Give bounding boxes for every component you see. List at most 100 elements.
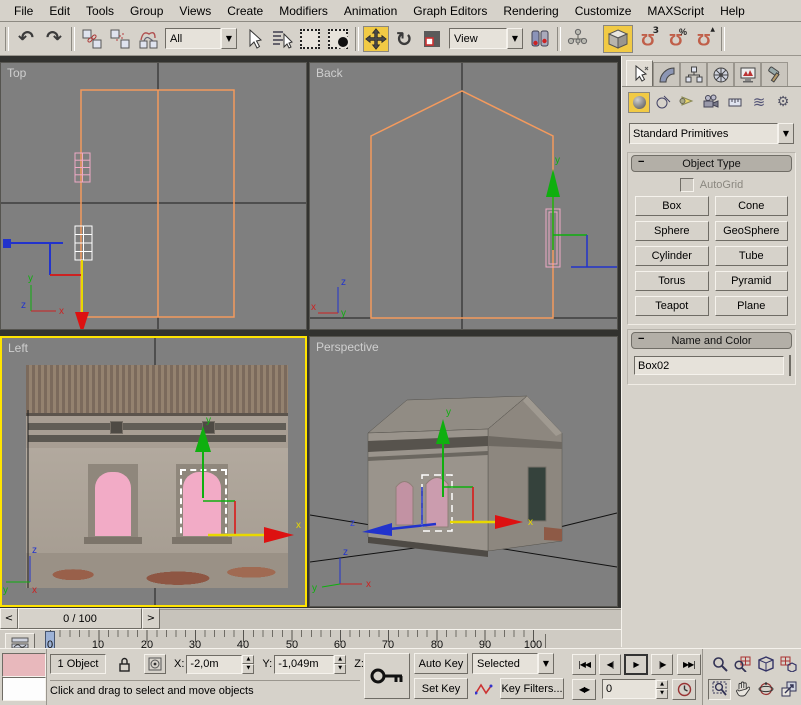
viewport-top-canvas[interactable]: y x z — [1, 63, 306, 329]
menu-modifiers[interactable]: Modifiers — [271, 1, 336, 21]
y-coordinate-input[interactable] — [274, 655, 334, 674]
sphere-button[interactable]: Sphere — [635, 221, 709, 241]
object-name-input[interactable] — [634, 356, 784, 375]
select-object-button[interactable] — [241, 26, 267, 52]
persp-window-left[interactable] — [396, 482, 413, 526]
primitive-category-dropdown[interactable]: Standard Primitives ▼ — [629, 123, 794, 144]
pyramid-button[interactable]: Pyramid — [715, 271, 789, 291]
category-lights-button[interactable] — [676, 92, 698, 113]
arc-rotate-button[interactable] — [754, 679, 777, 700]
object-color-swatch[interactable] — [789, 355, 791, 376]
redo-button[interactable]: ↷ — [41, 26, 67, 52]
tab-modify[interactable] — [653, 62, 680, 86]
zoom-button[interactable] — [708, 654, 731, 675]
autogrid-checkbox[interactable] — [680, 178, 694, 192]
snaps-toggle-button[interactable] — [603, 25, 633, 53]
tab-utilities[interactable] — [761, 62, 788, 86]
cylinder-button[interactable]: Cylinder — [635, 246, 709, 266]
viewport-back-canvas[interactable]: y z x y — [310, 63, 617, 329]
select-and-rotate-button[interactable]: ↻ — [391, 26, 417, 52]
zoom-extents-all-button[interactable] — [777, 654, 800, 675]
reference-coordinate-arrow-icon[interactable]: ▼ — [507, 28, 523, 49]
viewport-back[interactable]: Back y z x y — [309, 62, 618, 330]
selection-filter-dropdown[interactable]: All ▼ — [165, 28, 237, 49]
time-configuration-button[interactable] — [672, 679, 696, 700]
angle-snap-button[interactable]: Ω3 — [635, 26, 661, 52]
tab-motion[interactable] — [707, 62, 734, 86]
select-and-move-button[interactable] — [363, 26, 389, 52]
next-frame-button[interactable]: |▶ — [651, 654, 673, 675]
torus-button[interactable]: Torus — [635, 271, 709, 291]
window-box-wireframe[interactable] — [75, 153, 90, 182]
viewport-back-label[interactable]: Back — [316, 66, 343, 80]
viewport-perspective[interactable]: Perspective — [309, 336, 618, 607]
selected-box-wireframe[interactable] — [75, 226, 92, 260]
house-3d-model[interactable] — [368, 396, 562, 557]
window-crossing-button[interactable] — [325, 26, 351, 52]
geosphere-button[interactable]: GeoSphere — [715, 221, 789, 241]
time-slider-next-button[interactable]: > — [142, 608, 160, 629]
viewport-top[interactable]: Top — [0, 62, 307, 330]
viewport-top-label[interactable]: Top — [7, 66, 26, 80]
menu-group[interactable]: Group — [122, 1, 171, 21]
category-systems-button[interactable]: ⚙ — [772, 92, 794, 113]
rectangular-selection-region-button[interactable] — [297, 26, 323, 52]
tab-create[interactable] — [626, 60, 653, 86]
viewport-left-active[interactable]: Left — [0, 336, 307, 607]
current-frame-input[interactable] — [602, 679, 656, 699]
toolbar-grip[interactable] — [5, 27, 9, 51]
category-cameras-button[interactable] — [700, 92, 722, 113]
selection-lock-toggle[interactable] — [112, 654, 136, 674]
set-key-button[interactable]: Set Key — [414, 678, 468, 699]
use-pivot-point-center-button[interactable] — [527, 26, 553, 52]
menu-rendering[interactable]: Rendering — [495, 1, 566, 21]
frame-spinner[interactable]: ▲▼ — [656, 680, 668, 699]
zoom-all-button[interactable] — [731, 654, 754, 675]
reference-coordinate-dropdown[interactable]: View ▼ — [449, 28, 523, 49]
previous-frame-button[interactable]: ◀| — [599, 654, 621, 675]
play-button[interactable]: ▶ — [624, 654, 648, 675]
key-mode-toggle-button[interactable]: ◀▶ — [572, 679, 596, 700]
select-and-scale-button[interactable] — [419, 26, 445, 52]
category-geometry-button[interactable] — [628, 92, 650, 113]
persp-door[interactable] — [528, 467, 546, 521]
teapot-button[interactable]: Teapot — [635, 296, 709, 316]
persp-window-right-selected[interactable] — [426, 478, 448, 528]
plane-button[interactable]: Plane — [715, 296, 789, 316]
time-slider-prev-button[interactable]: < — [0, 608, 18, 629]
primitive-category-arrow-icon[interactable]: ▼ — [778, 123, 794, 144]
auto-key-button[interactable]: Auto Key — [414, 653, 468, 674]
time-slider-track[interactable] — [160, 609, 621, 629]
tube-button[interactable]: Tube — [715, 246, 789, 266]
maxscript-listener-pink[interactable] — [2, 653, 46, 677]
tab-display[interactable] — [734, 62, 761, 86]
object-type-rollout-header[interactable]: − Object Type — [631, 155, 792, 172]
bind-to-spacewarp-button[interactable] — [135, 26, 161, 52]
viewport-left-canvas[interactable]: y x z y x — [2, 338, 305, 605]
menu-edit[interactable]: Edit — [41, 1, 78, 21]
x-spinner[interactable]: ▲▼ — [242, 655, 254, 674]
zoom-region-button[interactable] — [708, 679, 731, 700]
menu-tools[interactable]: Tools — [78, 1, 122, 21]
viewport-left-label[interactable]: Left — [8, 341, 28, 355]
move-gizmo-left[interactable] — [195, 426, 294, 543]
menu-file[interactable]: File — [6, 1, 41, 21]
name-color-rollout-header[interactable]: − Name and Color — [631, 332, 792, 349]
category-spacewarps-button[interactable]: ≋ — [748, 92, 770, 113]
menu-create[interactable]: Create — [219, 1, 271, 21]
viewport-perspective-label[interactable]: Perspective — [316, 340, 379, 354]
move-gizmo-top[interactable] — [3, 239, 89, 329]
set-keys-button[interactable] — [364, 653, 410, 699]
absolute-offset-toggle[interactable] — [144, 654, 166, 674]
go-to-start-button[interactable]: |◀◀ — [572, 654, 596, 675]
menu-help[interactable]: Help — [712, 1, 753, 21]
category-shapes-button[interactable] — [652, 92, 674, 113]
menu-animation[interactable]: Animation — [336, 1, 405, 21]
default-in-out-tangent-button[interactable] — [472, 678, 496, 699]
keyable-dropdown-arrow-icon[interactable]: ▼ — [538, 653, 554, 674]
category-helpers-button[interactable] — [724, 92, 746, 113]
time-slider-handle[interactable]: 0 / 100 — [18, 608, 142, 629]
undo-button[interactable]: ↶ — [13, 26, 39, 52]
min-max-toggle-button[interactable] — [777, 679, 800, 700]
select-by-name-button[interactable] — [269, 26, 295, 52]
